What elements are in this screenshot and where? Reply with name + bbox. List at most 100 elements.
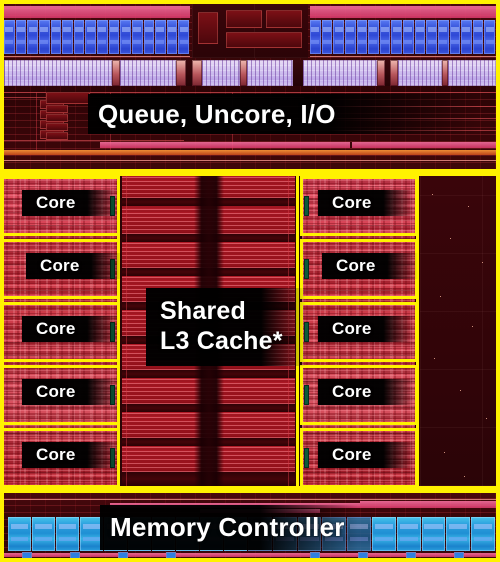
memory-io-pad — [32, 517, 55, 551]
metal-trace — [36, 92, 37, 150]
io-phy-cell — [178, 20, 189, 54]
pad-bump — [310, 552, 320, 559]
analog-block — [192, 60, 202, 86]
core-label-text: Core — [336, 256, 376, 275]
core-label-text: Core — [332, 193, 372, 212]
memory-io-pad — [446, 517, 471, 551]
uncore-block — [46, 132, 68, 140]
core-label-left-2: Core — [26, 253, 122, 279]
metal-trace — [4, 499, 496, 500]
analog-block — [112, 60, 120, 86]
analog-segment — [247, 60, 293, 86]
io-phy-cell — [143, 20, 155, 54]
analog-segment — [448, 60, 496, 86]
io-phy-cell — [333, 20, 344, 54]
io-phy-cell — [403, 20, 414, 54]
analog-block — [240, 60, 247, 86]
io-phy-cell — [85, 20, 96, 54]
io-phy-cell — [15, 20, 27, 54]
l3-cache-label: Shared L3 Cache* — [146, 288, 306, 366]
pad-bump — [70, 552, 80, 559]
io-phy-cell — [73, 20, 85, 54]
logic-block — [198, 12, 218, 44]
core-label-right-3: Core — [318, 316, 414, 342]
io-phy-cell — [155, 20, 166, 54]
memory-controller-label-text: Memory Controller — [110, 512, 345, 542]
io-phy-row-top-left — [4, 20, 190, 54]
io-phy-cell — [97, 20, 108, 54]
memory-io-pad — [8, 517, 31, 551]
analog-strip — [4, 60, 496, 86]
uncore-label-text: Queue, Uncore, I/O — [98, 98, 336, 129]
memory-io-pad — [396, 517, 421, 551]
io-phy-cell — [62, 20, 73, 54]
die-speck — [460, 390, 461, 391]
io-phy-cell — [437, 20, 449, 54]
core-label-text: Core — [332, 382, 372, 401]
memory-io-pad — [56, 517, 79, 551]
cpu-die-shot: Queue, Uncore, I/O Core Core Core Core C… — [0, 0, 500, 562]
bus-bar — [310, 6, 496, 18]
io-phy-cell — [449, 20, 461, 54]
analog-segment — [120, 60, 176, 86]
core-edge-marker — [304, 196, 309, 216]
die-speck — [444, 452, 445, 453]
die-speck — [468, 206, 469, 207]
io-phy-cell — [356, 20, 368, 54]
analog-block — [176, 60, 186, 86]
core-label-right-4: Core — [318, 379, 414, 405]
uncore-label: Queue, Uncore, I/O — [88, 94, 478, 134]
analog-block — [390, 60, 398, 86]
io-phy-cell — [426, 20, 437, 54]
core-label-text: Core — [36, 193, 76, 212]
core-label-right-5: Core — [318, 442, 414, 468]
l3-cache-label-line2: L3 Cache* — [160, 327, 283, 355]
io-phy-cell — [321, 20, 333, 54]
core-edge-marker — [304, 385, 309, 405]
io-phy-cell — [120, 20, 131, 54]
die-speck — [464, 476, 465, 477]
core-column-left-divider — [0, 172, 3, 490]
io-phy-cell — [131, 20, 143, 54]
die-speck — [472, 326, 473, 327]
analog-segment — [303, 60, 377, 86]
metal-trace — [4, 160, 496, 161]
io-phy-cell — [414, 20, 426, 54]
io-phy-cell — [27, 20, 38, 54]
analog-segment — [398, 60, 442, 86]
io-phy-cell — [472, 20, 484, 54]
bus-bar — [100, 142, 350, 148]
highlight-divider-top — [0, 169, 500, 176]
memory-io-pad — [471, 517, 495, 551]
die-speck — [434, 358, 435, 359]
bus-bar — [4, 6, 190, 18]
bus-bar — [352, 142, 496, 148]
pad-bump — [118, 552, 128, 559]
io-phy-cell — [344, 20, 356, 54]
core-label-text: Core — [332, 319, 372, 338]
pad-bump — [454, 552, 464, 559]
io-phy-cell — [379, 20, 391, 54]
core-label-text: Core — [332, 445, 372, 464]
die-speck — [486, 418, 487, 419]
analog-gap — [293, 60, 303, 86]
highlight-divider-bottom — [0, 486, 500, 493]
core-edge-marker — [304, 448, 309, 468]
pad-bump — [406, 552, 416, 559]
power-rail — [4, 150, 496, 155]
l3-cache-label-line1: Shared — [160, 297, 246, 325]
core-label-text: Core — [36, 382, 76, 401]
analog-segment — [202, 60, 240, 86]
core-label-left-3: Core — [22, 316, 118, 342]
io-phy-cell — [310, 20, 321, 54]
die-speck — [440, 296, 441, 297]
top-center-blank — [192, 2, 308, 58]
core-label-text: Core — [36, 319, 76, 338]
memory-io-pad — [371, 517, 396, 551]
core-label-text: Core — [40, 256, 80, 275]
bus-bar — [360, 501, 496, 508]
logic-block — [266, 10, 302, 28]
metal-trace — [126, 176, 127, 486]
io-phy-cell — [50, 20, 62, 54]
pad-bump — [358, 552, 368, 559]
